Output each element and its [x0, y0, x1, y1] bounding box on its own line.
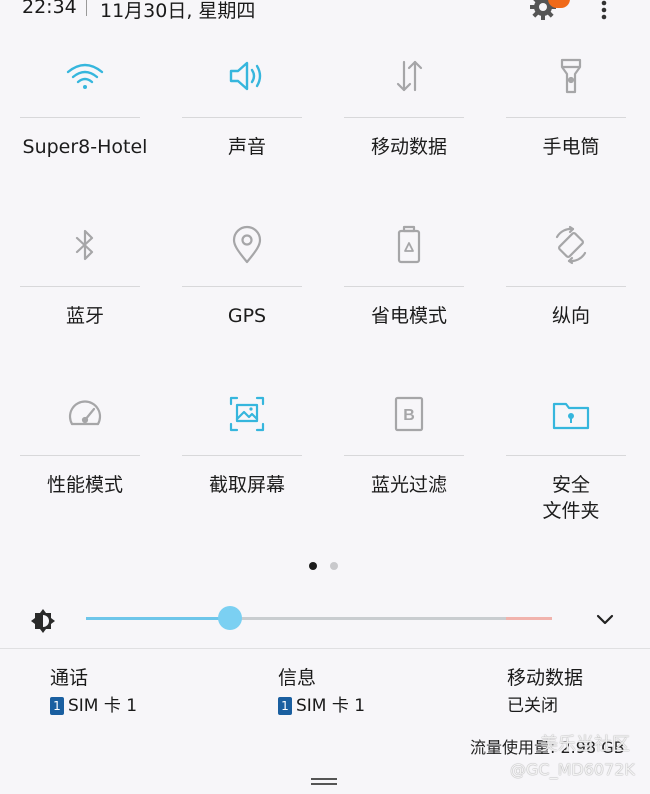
tile-power-saving[interactable]: 省电模式 [334, 209, 484, 379]
tile-rotation[interactable]: 纵向 [496, 209, 646, 379]
drag-handle-icon[interactable] [311, 778, 337, 786]
mobile-data-title: 移动数据 [507, 667, 584, 689]
brightness-warning-range [506, 617, 552, 620]
date: 11月30日, 星期四 [100, 0, 256, 22]
chevron-down-icon[interactable] [594, 610, 616, 630]
tile-label: 安全 文件夹 [542, 474, 600, 522]
speedometer-icon [68, 400, 102, 426]
tile-label: 声音 [227, 136, 266, 158]
call-title: 通话 [50, 667, 89, 689]
sound-icon [229, 61, 262, 91]
bluetooth-icon [75, 229, 94, 261]
tile-label: 蓝牙 [65, 305, 104, 327]
tile-label: 纵向 [551, 305, 590, 327]
message-title: 信息 [278, 667, 317, 689]
tile-label: 省电模式 [370, 305, 447, 327]
flashlight-icon [560, 58, 582, 94]
brightness-fill [86, 617, 231, 620]
wifi-icon [66, 63, 104, 89]
call-sim-setting[interactable]: 通话 1 SIM 卡 1 [50, 664, 137, 720]
tile-secure-folder[interactable]: 安全 文件夹 [496, 378, 646, 548]
more-options-icon[interactable] [594, 0, 614, 22]
tile-label: Super8-Hotel [22, 136, 148, 158]
tile-screenshot[interactable]: 截取屏幕 [172, 378, 322, 548]
tile-label: 蓝光过滤 [370, 474, 447, 496]
screenshot-icon [229, 396, 265, 432]
mobile-data-status: 已关闭 [507, 696, 558, 716]
page-dot[interactable] [330, 562, 338, 570]
tile-bluetooth[interactable]: 蓝牙 [10, 209, 160, 379]
location-icon [232, 225, 262, 264]
mobile-data-setting[interactable]: 移动数据 已关闭 [507, 664, 583, 720]
clock: 22:34 [22, 0, 77, 18]
tile-sound[interactable]: 声音 [172, 40, 322, 210]
section-divider [0, 648, 650, 649]
tile-label: 手电筒 [542, 136, 600, 158]
brightness-icon [31, 609, 55, 633]
message-sim-setting[interactable]: 信息 1 SIM 卡 1 [278, 664, 365, 720]
tile-label: 移动数据 [370, 136, 447, 158]
tile-gps[interactable]: GPS [172, 209, 322, 379]
sim-card-icon: 1 [50, 697, 64, 715]
page-dot-active[interactable] [309, 562, 317, 570]
brightness-thumb[interactable] [218, 606, 243, 630]
tile-flashlight[interactable]: 手电筒 [496, 40, 646, 210]
tile-wifi[interactable]: Super8-Hotel [10, 40, 160, 210]
message-sim-label: SIM 卡 1 [296, 696, 366, 716]
tile-blue-light-filter[interactable]: B 蓝光过滤 [334, 378, 484, 548]
quick-settings-grid: Super8-Hotel 声音 移动数据 手电筒 蓝牙 GPS 省电模式 纵向 … [0, 40, 650, 540]
blue-light-filter-icon: B [394, 396, 424, 432]
mobile-data-icon [396, 60, 423, 92]
rotation-icon [555, 225, 587, 265]
tile-label: GPS [227, 305, 267, 327]
brightness-control [0, 600, 650, 640]
status-bar: 22:34 11月30日, 星期四 [0, 0, 650, 24]
battery-saver-icon [397, 225, 421, 264]
tile-performance-mode[interactable]: 性能模式 [10, 378, 160, 548]
status-separator [86, 0, 87, 16]
watermark-user: @GC_MD6072K [510, 760, 635, 779]
call-sim-label: SIM 卡 1 [68, 696, 138, 716]
brightness-slider[interactable] [86, 606, 552, 630]
tile-label: 截取屏幕 [208, 474, 285, 496]
watermark-community: 美乐当社区 [540, 734, 630, 755]
sim-card-icon: 1 [278, 697, 292, 715]
secure-folder-icon [552, 402, 590, 430]
tile-mobile-data[interactable]: 移动数据 [334, 40, 484, 210]
svg-text:B: B [403, 407, 415, 424]
tile-label: 性能模式 [46, 474, 123, 496]
